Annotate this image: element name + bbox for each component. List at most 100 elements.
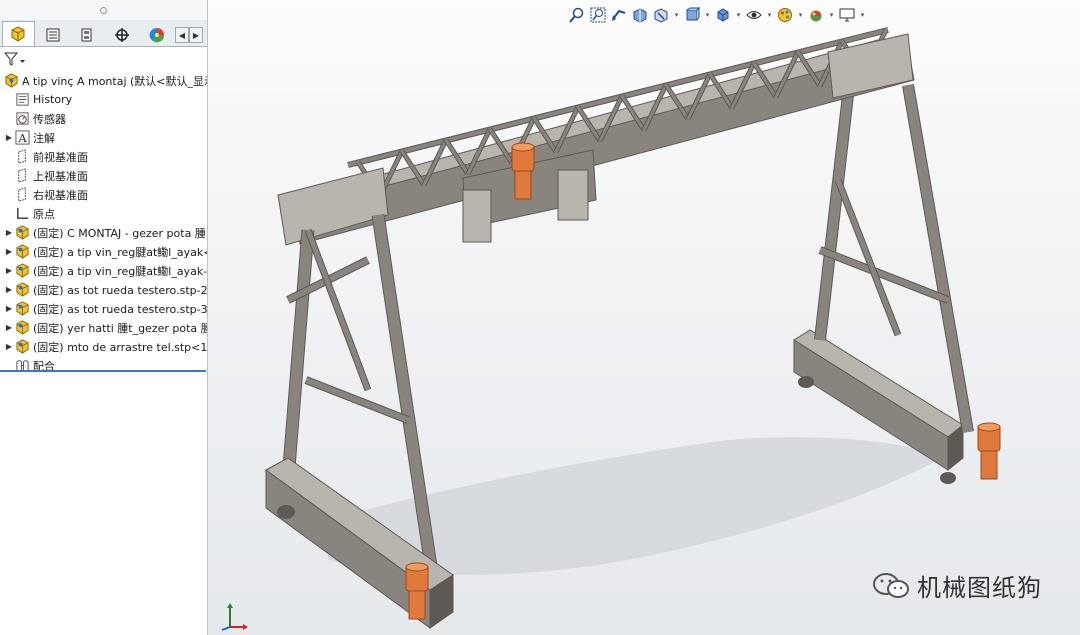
tree-item-label: (固定) mto de arrastre tel.stp<1> <box>33 340 208 354</box>
trolley-hook-block <box>557 169 589 221</box>
dropdown-arrow-icon[interactable]: ▾ <box>859 11 866 19</box>
tree-item[interactable]: ▶ A 注解 <box>0 128 207 147</box>
tree-item[interactable]: ▶ (固定) C MONTAJ - gezer pota 腫 <box>0 223 207 242</box>
expand-arrow-icon[interactable]: ▶ <box>4 228 14 237</box>
hoist-motor-gearbox <box>514 170 532 200</box>
previous-view-button[interactable] <box>610 6 628 24</box>
subassembly-icon <box>14 263 30 279</box>
section-view-button[interactable] <box>631 6 649 24</box>
edit-appearance-button[interactable] <box>776 6 794 24</box>
property-manager-icon <box>46 28 60 41</box>
tree-item-label: 传感器 <box>33 112 66 126</box>
dynamic-annotation-icon <box>653 7 669 23</box>
tree-filter[interactable] <box>0 47 207 71</box>
tree-root-label: A tip vinç A montaj (默认<默认_显示状 <box>22 74 208 88</box>
tab-scroll-right-icon[interactable]: ▶ <box>189 27 203 43</box>
dropdown-arrow-icon[interactable]: ▾ <box>797 11 804 19</box>
plane-icon <box>14 149 30 165</box>
graphics-area[interactable]: ▾ ▾ ▾ ▾ ▾ ▾ ▾ 机械图纸狗 <box>208 0 1080 635</box>
tree-item-label: (固定) a tip vin_reg腱at鰳l_ayak-1 <box>33 264 208 278</box>
expand-arrow-icon[interactable]: ▶ <box>4 304 14 313</box>
hide-show-items-icon <box>746 7 762 23</box>
left-leg-diagonal <box>305 229 371 391</box>
dropdown-arrow-icon[interactable]: ▾ <box>704 11 711 19</box>
annotation-icon: A <box>14 130 30 146</box>
tab-scroll-left-icon[interactable]: ◀ <box>175 27 189 43</box>
subassembly-icon <box>14 225 30 241</box>
edit-appearance-icon <box>777 7 793 23</box>
gantry-crane-model[interactable] <box>208 0 1080 635</box>
left-leg-brace <box>304 377 410 423</box>
apply-scene-icon <box>808 7 824 23</box>
tree-item-label: 上视基准面 <box>33 169 88 183</box>
plane-icon <box>14 187 30 203</box>
sensor-icon <box>14 111 30 127</box>
left-drive-motor-gearbox <box>408 590 426 620</box>
feature-manager-icon <box>11 26 25 42</box>
zoom-to-area-button[interactable] <box>589 6 607 24</box>
right-drive-motor-gearbox <box>980 450 998 480</box>
view-settings-button[interactable] <box>838 6 856 24</box>
dropdown-arrow-icon[interactable]: ▾ <box>828 11 835 19</box>
expand-arrow-icon[interactable]: ▶ <box>4 266 14 275</box>
expand-arrow-icon[interactable]: ▶ <box>4 247 14 256</box>
tree-item[interactable]: ▶ (固定) yer hatti 腫t_gezer pota 腫 <box>0 318 207 337</box>
tab-property-manager[interactable] <box>37 22 70 46</box>
tab-display-manager[interactable] <box>140 22 173 46</box>
subassembly-icon <box>14 339 30 355</box>
feature-manager-panel: ◀ ▶ A tip vinç A montaj (默认<默认_显示状 Histor… <box>0 0 208 635</box>
tree-root-assembly[interactable]: A tip vinç A montaj (默认<默认_显示状 <box>0 71 207 90</box>
expand-arrow-icon[interactable]: ▶ <box>4 342 14 351</box>
dynamic-annotation-button[interactable] <box>652 6 670 24</box>
tree-item[interactable]: 前视基准面 <box>0 147 207 166</box>
tree-item[interactable]: 原点 <box>0 204 207 223</box>
display-style-button[interactable] <box>714 6 732 24</box>
tab-feature-manager[interactable] <box>2 21 35 46</box>
tree-item[interactable]: 上视基准面 <box>0 166 207 185</box>
expand-arrow-icon[interactable]: ▶ <box>4 323 14 332</box>
zoom-to-fit-button[interactable] <box>568 6 586 24</box>
dropdown-arrow-icon[interactable]: ▾ <box>735 11 742 19</box>
watermark-text: 机械图纸狗 <box>917 574 1042 602</box>
tree-item[interactable]: ▶ (固定) as tot rueda testero.stp-3 <box>0 299 207 318</box>
tree-item[interactable]: History <box>0 90 207 109</box>
tab-dimxpert[interactable] <box>106 22 139 46</box>
zoom-to-area-icon <box>590 7 606 23</box>
history-icon <box>14 92 30 108</box>
hide-show-items-button[interactable] <box>745 6 763 24</box>
tree-item[interactable]: 右视基准面 <box>0 185 207 204</box>
left-leg-back <box>282 229 314 481</box>
tab-scroll-arrows: ◀ ▶ <box>175 27 203 43</box>
view-orientation-button[interactable] <box>683 6 701 24</box>
expand-arrow-icon[interactable]: ▶ <box>4 285 14 294</box>
configuration-manager-icon <box>81 28 92 41</box>
heads-up-view-toolbar: ▾ ▾ ▾ ▾ ▾ ▾ ▾ <box>568 5 866 25</box>
dropdown-arrow-icon[interactable]: ▾ <box>673 11 680 19</box>
view-settings-icon <box>839 7 855 23</box>
panel-tabs: ◀ ▶ <box>0 20 207 47</box>
plane-icon <box>14 168 30 184</box>
origin-icon <box>14 206 30 222</box>
tree-item[interactable]: ▶ (固定) a tip vin_reg腱at鰳l_ayak<1 <box>0 242 207 261</box>
tab-configuration-manager[interactable] <box>71 22 104 46</box>
tree-item-label: (固定) as tot rueda testero.stp-3 <box>33 302 208 316</box>
dimxpert-icon <box>115 27 130 42</box>
subassembly-icon <box>14 244 30 260</box>
tree-item[interactable]: ▶ (固定) a tip vin_reg腱at鰳l_ayak-1 <box>0 261 207 280</box>
dropdown-arrow-icon[interactable]: ▾ <box>766 11 773 19</box>
panel-divider[interactable] <box>0 370 206 372</box>
tree-item-label: (固定) yer hatti 腫t_gezer pota 腫 <box>33 321 208 335</box>
tree-item[interactable]: 传感器 <box>0 109 207 128</box>
subassembly-icon <box>14 320 30 336</box>
right-wheel-1 <box>798 376 814 388</box>
expand-arrow-icon[interactable]: ▶ <box>4 133 14 142</box>
display-style-icon <box>715 7 731 23</box>
tree-item-label: (固定) a tip vin_reg腱at鰳l_ayak<1 <box>33 245 208 259</box>
panel-grip[interactable] <box>0 0 207 20</box>
tree-item[interactable]: ▶ (固定) mto de arrastre tel.stp<1> <box>0 337 207 356</box>
tree-item[interactable]: ▶ (固定) as tot rueda testero.stp-2 <box>0 280 207 299</box>
right-leg-back <box>815 94 853 341</box>
tree-item[interactable]: 配合 <box>0 356 207 375</box>
apply-scene-button[interactable] <box>807 6 825 24</box>
right-wheel-2 <box>940 472 956 484</box>
